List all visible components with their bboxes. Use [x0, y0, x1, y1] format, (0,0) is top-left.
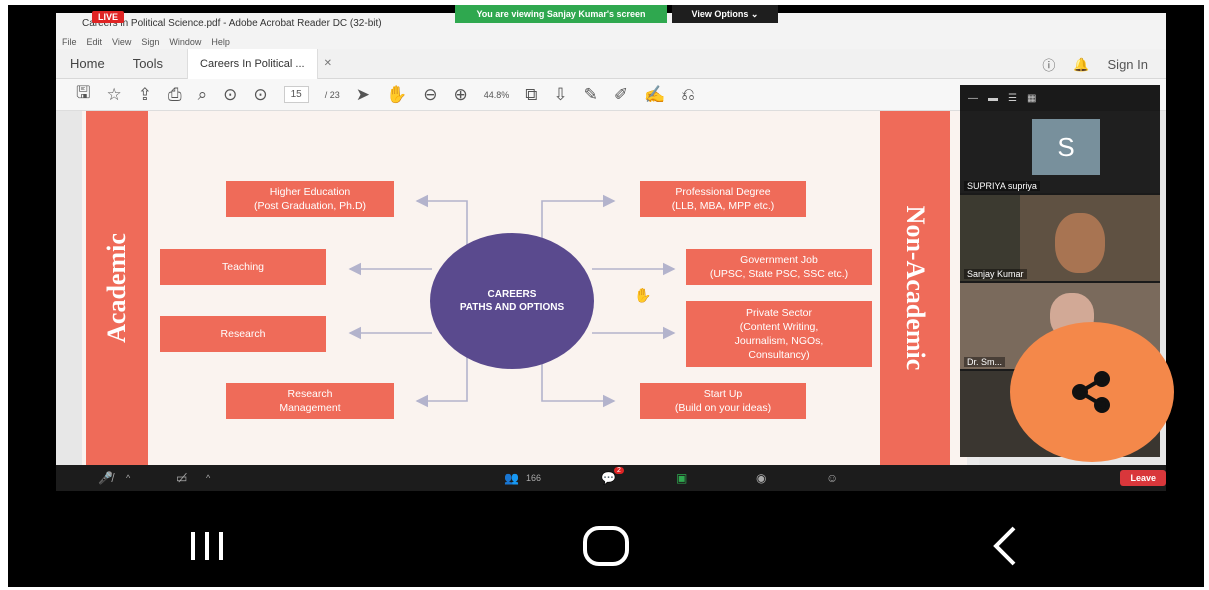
box-teaching: Teaching: [160, 249, 326, 285]
speaker-video: [1055, 213, 1105, 273]
share-icon: [1072, 371, 1110, 413]
hand-tool-icon[interactable]: ✋: [386, 85, 407, 105]
select-cursor-icon[interactable]: ➤: [356, 85, 370, 105]
menu-sign[interactable]: Sign: [141, 35, 159, 49]
non-academic-sidebar: Non-Academic: [880, 111, 950, 465]
fit-page-icon[interactable]: ⧉: [525, 85, 537, 105]
tab-bar: Home Tools Careers In Political ... ✕: [56, 48, 1166, 79]
participants-count: 166: [526, 473, 542, 483]
participants-icon[interactable]: 👥: [504, 471, 519, 485]
page-number-input[interactable]: 15: [283, 86, 309, 103]
tab-home[interactable]: Home: [56, 56, 119, 71]
zoom-level-select[interactable]: 44.8%: [484, 90, 510, 100]
share-button[interactable]: [1010, 322, 1174, 462]
back-icon: [992, 526, 1016, 566]
live-badge: LIVE: [92, 11, 125, 23]
back-button[interactable]: [965, 516, 1045, 576]
video-options-chevron-icon[interactable]: ^: [206, 473, 210, 483]
box-higher-education: Higher Education (Post Graduation, Ph.D): [226, 181, 394, 217]
box-research: Research: [160, 316, 326, 352]
highlight-pen-icon[interactable]: ✐: [614, 85, 628, 105]
box-professional-degree: Professional Degree (LLB, MBA, MPP etc.): [640, 181, 806, 217]
menu-window[interactable]: Window: [169, 35, 201, 49]
hand-cursor-icon: ✋: [634, 287, 652, 303]
home-button[interactable]: [566, 516, 646, 576]
search-icon[interactable]: ⌕: [198, 85, 208, 105]
sign-in-link[interactable]: Sign In: [1108, 57, 1148, 72]
notification-bell-icon[interactable]: 🔔: [1073, 57, 1089, 73]
strip-view-icon[interactable]: ▬: [988, 93, 998, 104]
scroll-mode-icon[interactable]: ⇩: [553, 85, 567, 105]
sign-icon[interactable]: ✍: [644, 85, 665, 105]
home-icon: [582, 526, 629, 566]
prev-page-icon[interactable]: ⊙: [223, 85, 237, 105]
stop-video-icon[interactable]: ▭̸: [176, 471, 187, 485]
recent-apps-icon: [191, 532, 224, 560]
record-icon[interactable]: ◉: [756, 471, 766, 485]
participant-tile-sanjay[interactable]: Sanjay Kumar: [960, 195, 1160, 281]
avatar: S: [1032, 119, 1100, 175]
participant-name: SUPRIYA supriya: [964, 181, 1040, 191]
viewing-screen-banner: You are viewing Sanjay Kumar's screen: [455, 5, 667, 23]
minimize-icon[interactable]: —: [968, 93, 978, 104]
box-research-management: Research Management: [226, 383, 394, 419]
tab-document[interactable]: Careers In Political ...: [187, 48, 318, 79]
view-options-button[interactable]: View Options ⌄: [672, 5, 778, 23]
zoom-out-icon[interactable]: ⊖: [423, 85, 437, 105]
android-nav-bar: [8, 505, 1204, 587]
menu-view[interactable]: View: [112, 35, 131, 49]
participant-name: Sanjay Kumar: [964, 269, 1027, 279]
bookmark-star-icon[interactable]: ☆: [106, 85, 121, 105]
academic-sidebar: Academic: [86, 111, 148, 465]
help-icon[interactable]: ⓘ: [1042, 55, 1055, 74]
tab-tools[interactable]: Tools: [119, 56, 177, 71]
header-right-tools: ⓘ 🔔 Sign In: [1042, 55, 1148, 74]
chat-badge: 2: [614, 467, 624, 474]
non-academic-label: Non-Academic: [901, 205, 930, 371]
list-view-icon[interactable]: ☰: [1008, 93, 1017, 104]
menu-edit[interactable]: Edit: [87, 35, 103, 49]
tab-close-icon[interactable]: ✕: [324, 58, 332, 69]
share-screen-icon[interactable]: ▣: [676, 471, 687, 485]
mute-mic-icon[interactable]: 🎤̸: [98, 471, 113, 485]
meeting-control-bar: 🎤̸ ^ ▭̸ ^ 👥 166 💬 2 ▣ ◉ ☺ Leave: [56, 465, 1166, 491]
participant-tile-supriya[interactable]: S SUPRIYA supriya: [960, 111, 1160, 193]
box-private-sector: Private Sector (Content Writing, Journal…: [686, 301, 872, 367]
careers-center-circle: CAREERS PATHS AND OPTIONS: [430, 233, 594, 369]
panel-layout-controls: — ▬ ☰ ▦: [960, 85, 1160, 111]
save-icon[interactable]: 🖫: [76, 80, 90, 109]
audio-options-chevron-icon[interactable]: ^: [126, 473, 130, 483]
page-total: / 23: [324, 89, 340, 100]
document-page: Academic Non-Academic Higher Education (…: [82, 111, 967, 465]
zoom-in-icon[interactable]: ⊕: [453, 85, 467, 105]
phone-screen: Careers in Political Science.pdf - Adobe…: [8, 5, 1204, 587]
leave-button[interactable]: Leave: [1120, 470, 1166, 486]
share-doc-icon[interactable]: ⎌: [681, 85, 695, 105]
print-icon[interactable]: ⎙: [168, 85, 182, 105]
menu-bar: File Edit View Sign Window Help: [56, 35, 1166, 49]
box-government-job: Government Job (UPSC, State PSC, SSC etc…: [686, 249, 872, 285]
comment-icon[interactable]: ✎: [584, 85, 598, 105]
menu-file[interactable]: File: [62, 35, 77, 49]
recent-apps-button[interactable]: [167, 516, 247, 576]
reactions-icon[interactable]: ☺: [826, 471, 838, 485]
grid-view-icon[interactable]: ▦: [1027, 93, 1036, 104]
upload-icon[interactable]: ⇪: [138, 85, 152, 105]
box-start-up: Start Up (Build on your ideas): [640, 383, 806, 419]
academic-label: Academic: [102, 233, 131, 343]
next-page-icon[interactable]: ⊙: [253, 85, 267, 105]
chat-icon[interactable]: 💬: [601, 471, 616, 485]
participant-name: Dr. Sm...: [964, 357, 1006, 367]
menu-help[interactable]: Help: [211, 35, 230, 49]
